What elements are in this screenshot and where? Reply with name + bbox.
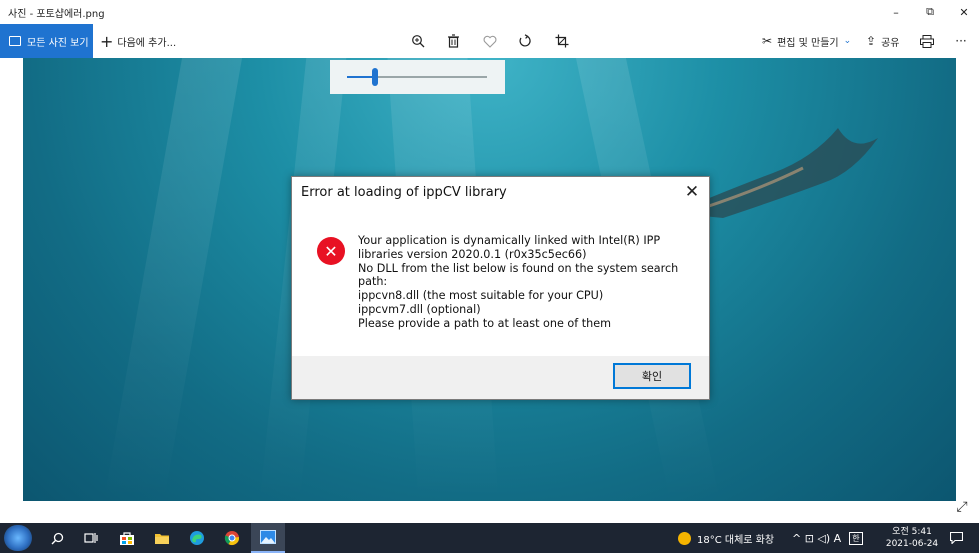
scissors-icon: ✂ [762,34,773,48]
store-icon [120,532,134,545]
message-line: libraries version 2020.0.1 (r0x35c5ec66) [358,247,587,261]
search-icon [51,532,63,544]
error-icon: ✕ [317,237,345,265]
print-icon [920,34,934,48]
message-line: ippcvn8.dll (the most suitable for your … [358,289,604,303]
folder-icon [155,533,169,544]
notification-center-button[interactable] [946,523,966,553]
start-button[interactable] [4,525,32,551]
more-options-button[interactable]: ··· [948,24,974,58]
weather-widget[interactable]: 18°C 대체로 화창 [678,523,774,553]
add-to-label: 다음에 추가... [117,37,177,49]
zoom-button[interactable] [405,24,431,58]
zoom-slider-fill [347,76,375,78]
rotate-button[interactable] [512,24,538,58]
zoom-slider-thumb[interactable] [372,68,378,86]
fullscreen-expand-icon[interactable]: ⤢ [954,499,970,515]
crop-button[interactable] [549,24,575,58]
share-button[interactable]: ⇪ 공유 [866,24,899,58]
photo-icon [9,36,21,46]
search-button[interactable] [40,523,74,553]
favorite-button[interactable] [477,24,503,58]
message-line: ippcvm7.dll (optional) [358,302,481,316]
dialog-title: Error at loading of ippCV library [301,185,507,200]
message-line: Please provide a path to at least one of… [358,316,612,330]
rotate-icon [519,34,531,47]
plus-icon: + [100,31,114,51]
ime-icon[interactable]: 한 [849,531,863,545]
taskbar: 18°C 대체로 화창 ^ ⊡ ◁) A 한 오전 5:41 2021-06-2… [0,523,979,553]
heart-icon [483,35,497,48]
taskbar-file-explorer[interactable] [145,523,179,553]
chrome-browser-icon [224,531,239,546]
sun-icon [678,531,691,545]
photos-app-icon [260,530,276,544]
system-tray[interactable]: ^ ⊡ ◁) A 한 [792,523,863,553]
window-title: 사진 - 포토샵에러.png [8,9,105,20]
zoom-slider-panel [330,60,505,94]
toolbar: 모든 사진 보기 + 다음에 추가... ✂ 편집 및 만들기 ⌄ ⇪ 공유 ·… [0,24,979,58]
light-ray [103,58,243,501]
edit-create-label: 편집 및 만들기 [777,37,839,49]
taskbar-clock[interactable]: 오전 5:41 2021-06-24 [880,526,944,550]
taskbar-store[interactable] [110,523,144,553]
weather-text: 18°C 대체로 화창 [697,534,775,546]
title-bar: 사진 - 포토샵에러.png – ⧉ ✕ [0,0,979,24]
share-icon: ⇪ [866,34,877,48]
task-view-button[interactable] [74,523,108,553]
clock-date: 2021-06-24 [885,539,939,549]
delete-button[interactable] [440,24,466,58]
trash-icon [447,34,459,48]
all-photos-label: 모든 사진 보기 [27,37,89,49]
notification-icon [949,532,963,544]
print-button[interactable] [914,24,940,58]
task-view-icon [84,533,98,543]
edit-create-button[interactable]: ✂ 편집 및 만들기 ⌄ [762,24,851,58]
share-label: 공유 [881,37,900,49]
dialog-close-button[interactable]: ✕ [682,182,702,202]
message-line: path: [358,275,388,289]
message-line: Your application is dynamically linked w… [358,234,661,247]
crop-icon [555,34,569,48]
add-to-button[interactable]: + 다음에 추가... [100,24,176,58]
chevron-down-icon: ⌄ [843,36,852,46]
ok-button[interactable]: 확인 [613,363,691,389]
message-line: No DLL from the list below is found on t… [358,261,679,275]
taskbar-photos-app[interactable] [251,523,285,553]
dialog-message: Your application is dynamically linked w… [358,234,688,331]
error-dialog: Error at loading of ippCV library ✕ ✕ Yo… [291,176,710,400]
tray-icons: ^ ⊡ ◁) A [792,531,842,545]
edge-browser-icon [190,531,204,545]
close-window-button[interactable]: ✕ [944,0,979,24]
taskbar-edge[interactable] [180,523,214,553]
taskbar-chrome[interactable] [215,523,249,553]
all-photos-button[interactable]: 모든 사진 보기 [0,24,93,58]
clock-time: 오전 5:41 [892,527,932,537]
zoom-in-icon [412,35,425,48]
